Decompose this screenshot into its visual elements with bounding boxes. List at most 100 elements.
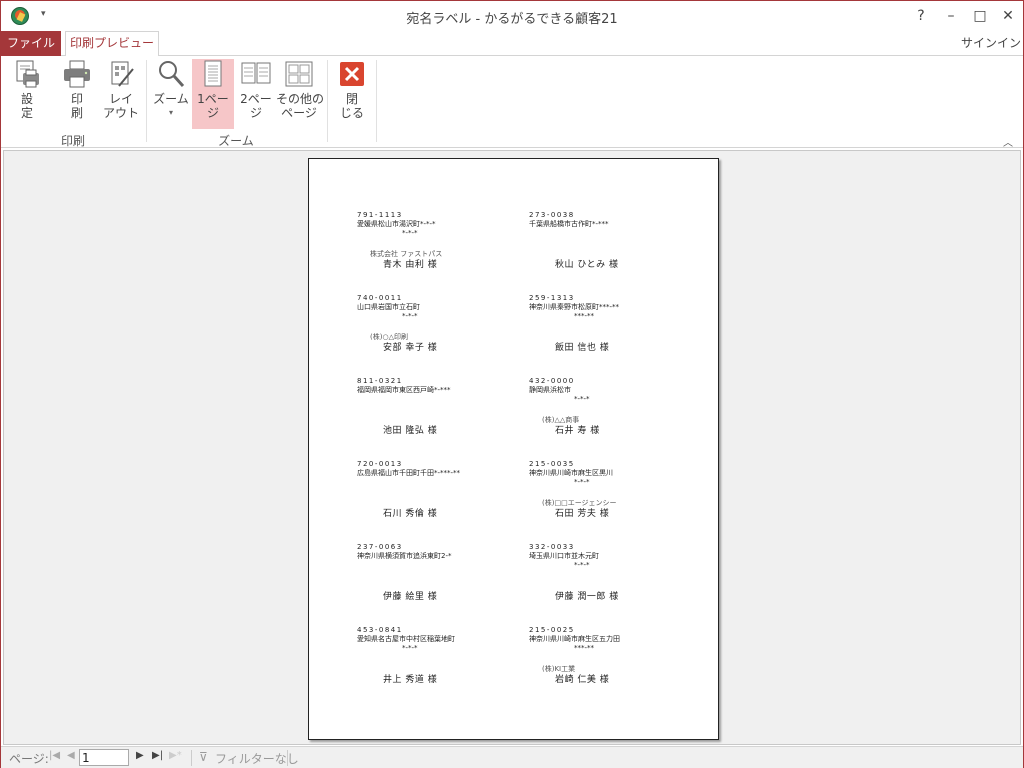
print-label: 印 刷 <box>70 92 83 120</box>
address-line2: *-*-* <box>402 229 418 237</box>
close-window-button[interactable]: ✕ <box>995 5 1021 27</box>
address-label: 273-0038 千葉県船橋市古作町*-*** 秋山 ひとみ 様 <box>529 211 699 291</box>
address-line2: *-*-* <box>574 395 590 403</box>
layout-label: レイ アウト <box>102 92 139 120</box>
page-setup-icon <box>11 59 43 89</box>
printer-icon <box>61 59 93 89</box>
postal-code: 332-0033 <box>529 543 575 551</box>
minimize-button[interactable]: – <box>938 5 964 27</box>
page-navigation-label: ページ: <box>9 752 49 766</box>
ribbon-tab-row: ファイル 印刷プレビュー サインイン <box>1 31 1023 57</box>
recipient-name: 秋山 ひとみ 様 <box>555 260 619 270</box>
signin-link[interactable]: サインイン <box>961 34 1021 51</box>
status-separator <box>191 750 192 766</box>
address-label: 237-0063 神奈川県横須賀市追浜東町2-* 伊藤 絵里 様 <box>357 543 527 623</box>
recipient-name: 岩崎 仁美 様 <box>555 675 610 685</box>
postal-code: 740-0011 <box>357 294 403 302</box>
zoom-label: ズーム <box>153 92 189 106</box>
status-bar: ページ: |◀ ◀ ▶ ▶| ▶* ⊽ フィルターなし <box>1 746 1023 768</box>
close-preview-label: 閉 じる <box>339 92 364 120</box>
one-page-label: 1ペー ジ <box>197 92 229 120</box>
address-line1: 千葉県船橋市古作町*-*** <box>529 220 609 228</box>
address-label: 332-0033 埼玉県川口市並木元町 *-*-* 伊藤 潤一郎 様 <box>529 543 699 623</box>
one-page-button[interactable]: 1ペー ジ <box>192 59 234 129</box>
multiple-pages-icon <box>283 59 315 89</box>
recipient-name: 安部 幸子 様 <box>383 343 438 353</box>
postal-code: 453-0841 <box>357 626 403 634</box>
filter-icon: ⊽ <box>199 750 208 764</box>
label-page-preview[interactable]: 791-1113 愛媛県松山市湯沢町*-*-* *-*-* 株式会社 ファストパス 青木… <box>308 158 719 740</box>
address-label: 259-1313 神奈川県秦野市松原町***-** ***-** 飯田 信也 様 <box>529 294 699 374</box>
close-x-icon <box>336 59 368 89</box>
status-separator <box>287 750 288 766</box>
more-pages-label: その他の ページ <box>276 92 325 120</box>
address-label: 720-0013 広島県福山市千田町千田*-***-** 石川 秀倫 様 <box>357 460 527 540</box>
address-line1: 静岡県浜松市 <box>529 386 571 394</box>
restore-button[interactable]: □ <box>967 5 993 27</box>
postal-code: 273-0038 <box>529 211 575 219</box>
recipient-name: 青木 由利 様 <box>383 260 438 270</box>
help-button[interactable]: ? <box>908 5 934 27</box>
postal-code: 259-1313 <box>529 294 575 302</box>
address-line2: ***-** <box>574 312 595 320</box>
print-button[interactable]: 印 刷 <box>57 59 97 129</box>
zoom-button[interactable]: ズーム ▾ <box>151 59 191 129</box>
close-preview-button[interactable]: 閉 じる <box>333 59 371 129</box>
more-pages-button[interactable]: その他の ページ <box>276 59 325 129</box>
layout-icon <box>105 59 137 89</box>
postal-code: 811-0321 <box>357 377 403 385</box>
address-line1: 埼玉県川口市並木元町 <box>529 552 599 560</box>
page-number-input[interactable] <box>79 749 129 766</box>
address-line2: *-*-* <box>574 478 590 486</box>
recipient-name: 井上 秀道 様 <box>383 675 438 685</box>
recipient-name: 伊藤 潤一郎 様 <box>555 592 619 602</box>
postal-code: 720-0013 <box>357 460 403 468</box>
recipient-name: 石田 芳夫 様 <box>555 509 610 519</box>
address-line1: 福岡県福岡市東区西戸崎*-*** <box>357 386 451 394</box>
two-pages-button[interactable]: 2ペー ジ <box>236 59 276 129</box>
postal-code: 791-1113 <box>357 211 403 219</box>
preview-workspace: 791-1113 愛媛県松山市湯沢町*-*-* *-*-* 株式会社 ファストパス 青木… <box>3 150 1021 745</box>
layout-button[interactable]: レイ アウト <box>101 59 141 129</box>
address-label: 215-0025 神奈川県川崎市麻生区五力田 ***-** (株)KI工業 岩崎 仁美 … <box>529 626 699 706</box>
postal-code: 215-0035 <box>529 460 575 468</box>
address-label: 811-0321 福岡県福岡市東区西戸崎*-*** 池田 隆弘 様 <box>357 377 527 457</box>
group-label-print: 印刷 <box>60 134 85 148</box>
address-line1: 広島県福山市千田町千田*-***-** <box>357 469 461 477</box>
postal-code: 215-0025 <box>529 626 575 634</box>
postal-code: 237-0063 <box>357 543 403 551</box>
address-line1: 愛知県名古屋市中村区稲葉地町 <box>357 635 455 643</box>
postal-code: 432-0000 <box>529 377 575 385</box>
recipient-name: 石川 秀倫 様 <box>383 509 438 519</box>
zoom-dropdown-icon: ▾ <box>168 108 173 117</box>
address-line1: 神奈川県川崎市麻生区黒川 <box>529 469 613 477</box>
first-page-icon[interactable]: |◀ <box>49 750 60 761</box>
next-page-icon[interactable]: ▶ <box>136 750 144 761</box>
two-pages-label: 2ペー ジ <box>240 92 272 120</box>
address-label: 791-1113 愛媛県松山市湯沢町*-*-* *-*-* 株式会社 ファストパス 青木… <box>357 211 527 291</box>
address-line1: 神奈川県横須賀市追浜東町2-* <box>357 552 452 560</box>
address-label: 432-0000 静岡県浜松市 *-*-* (株)△△商事 石井 寿 様 <box>529 377 699 457</box>
app-window: ▾ 宛名ラベル - かるがるできる顧客21 ? – □ ✕ ファイル 印刷プレビ… <box>0 0 1024 768</box>
single-page-icon <box>197 59 229 89</box>
collapse-ribbon-icon[interactable]: ︿ <box>1003 134 1013 149</box>
address-line2: *-*-* <box>402 644 418 652</box>
address-line1: 神奈川県川崎市麻生区五力田 <box>529 635 620 643</box>
title-bar: ▾ 宛名ラベル - かるがるできる顧客21 ? – □ ✕ <box>1 1 1023 31</box>
group-separator <box>146 60 147 142</box>
new-record-icon[interactable]: ▶* <box>169 750 182 761</box>
group-separator <box>327 60 328 142</box>
two-pages-icon <box>240 59 272 89</box>
address-label: 215-0035 神奈川県川崎市麻生区黒川 *-*-* (株)□□エージェンシー 石田 … <box>529 460 699 540</box>
magnifier-icon <box>155 59 187 89</box>
tab-print-preview[interactable]: 印刷プレビュー <box>65 31 159 57</box>
tab-file[interactable]: ファイル <box>1 31 61 56</box>
recipient-name: 飯田 信也 様 <box>555 343 610 353</box>
page-setup-label: 設 定 <box>20 92 33 120</box>
previous-page-icon[interactable]: ◀ <box>67 750 75 761</box>
ribbon: 設 定 印 刷 レイ アウト 印刷 ズーム ▾ 1ペー ジ 2ペー ジ その他の… <box>1 56 1023 149</box>
last-page-icon[interactable]: ▶| <box>152 750 163 761</box>
address-line1: 山口県岩国市立石町 <box>357 303 420 311</box>
address-line2: ***-** <box>574 644 595 652</box>
page-setup-button[interactable]: 設 定 <box>7 59 47 129</box>
